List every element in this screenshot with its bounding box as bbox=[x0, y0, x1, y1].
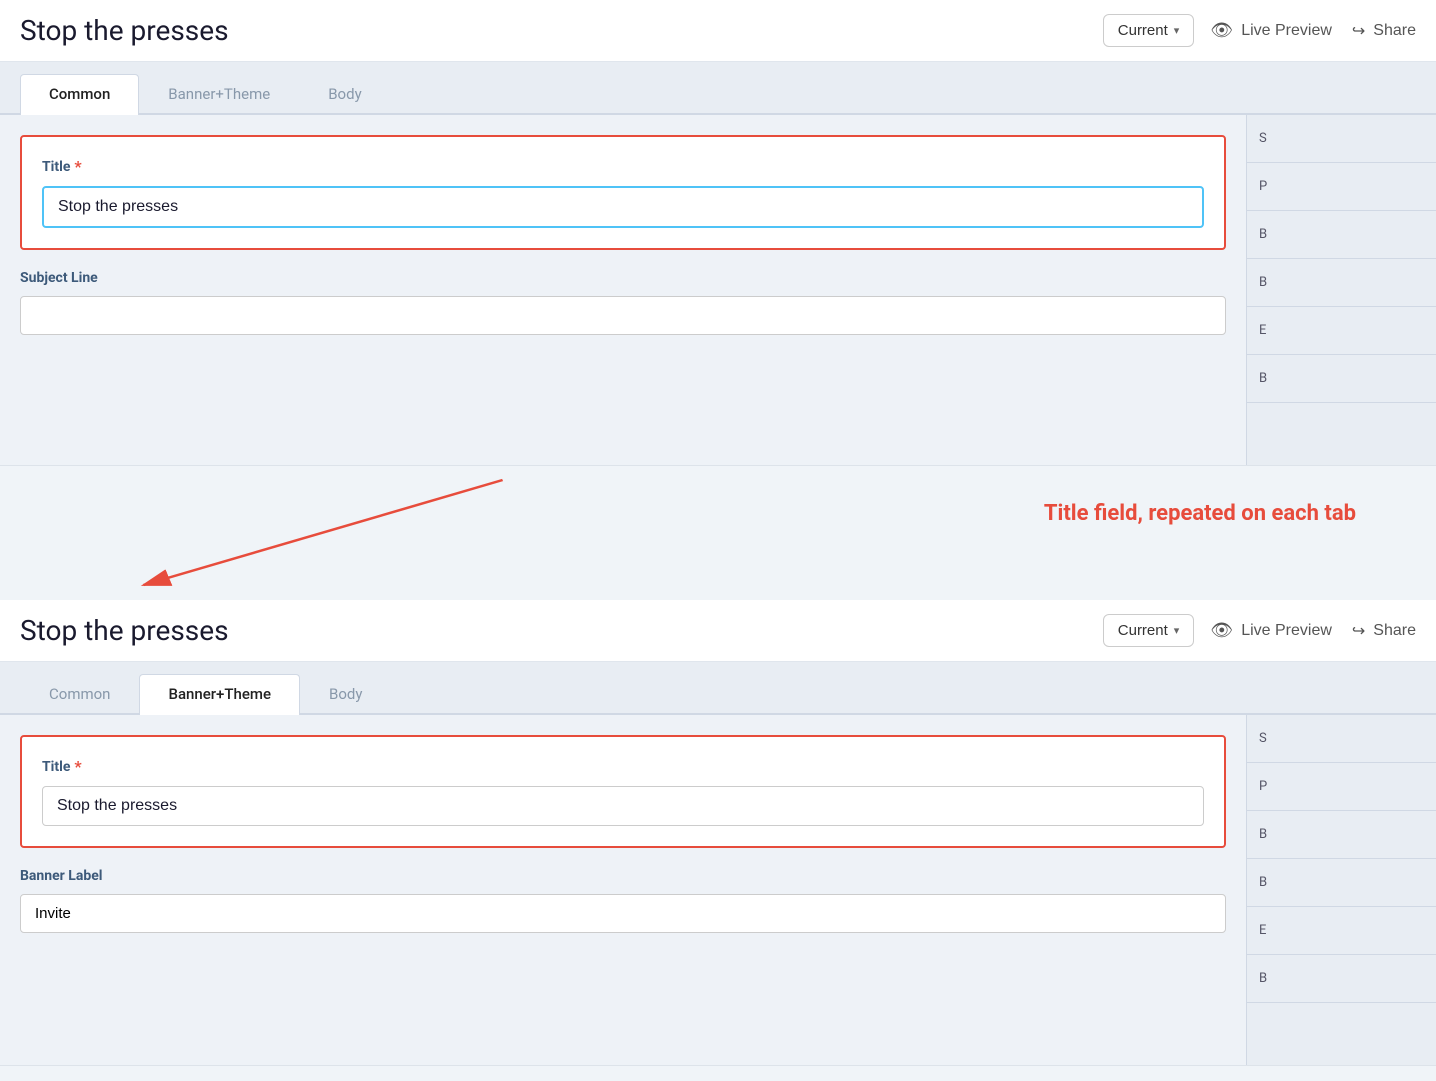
top-live-preview-label: Live Preview bbox=[1241, 22, 1332, 40]
top-sidebar-item-3: B bbox=[1247, 211, 1436, 259]
bottom-sidebar-item-2: P bbox=[1247, 763, 1436, 811]
top-sidebar-item-2: P bbox=[1247, 163, 1436, 211]
bottom-sidebar-item-6: B bbox=[1247, 955, 1436, 1003]
top-sidebar-item-5: E bbox=[1247, 307, 1436, 355]
top-tab-body[interactable]: Body bbox=[299, 74, 390, 115]
bottom-title-section: Title * bbox=[20, 735, 1226, 848]
top-tab-common[interactable]: Common bbox=[20, 74, 139, 115]
bottom-banner-input[interactable] bbox=[20, 894, 1226, 933]
top-subject-input[interactable] bbox=[20, 296, 1226, 335]
bottom-version-chevron-icon: ▾ bbox=[1174, 624, 1180, 637]
top-share-label: Share bbox=[1373, 22, 1416, 40]
bottom-header-bar: Stop the presses Current ▾ 👁 Live Previe… bbox=[0, 600, 1436, 662]
top-sidebar-item-4: B bbox=[1247, 259, 1436, 307]
bottom-share-icon: ↪ bbox=[1352, 621, 1365, 641]
bottom-content-area: Title * Banner Label S P B B E B bbox=[0, 715, 1436, 1065]
bottom-tab-banner-theme[interactable]: Banner+Theme bbox=[139, 674, 300, 715]
top-subject-section: Subject Line bbox=[20, 270, 1226, 335]
top-header-bar: Stop the presses Current ▾ 👁 Live Previe… bbox=[0, 0, 1436, 62]
bottom-sidebar-item-4: B bbox=[1247, 859, 1436, 907]
top-title-input[interactable] bbox=[42, 186, 1204, 228]
top-title-label: Title * bbox=[42, 157, 1204, 176]
eye-icon: 👁 bbox=[1210, 20, 1233, 41]
top-sidebar-item-1: S bbox=[1247, 115, 1436, 163]
top-live-preview-button[interactable]: 👁 Live Preview bbox=[1210, 20, 1332, 41]
bottom-banner-section: Banner Label bbox=[20, 868, 1226, 933]
top-right-sidebar: S P B B E B bbox=[1246, 115, 1436, 465]
bottom-title-label: Title * bbox=[42, 757, 1204, 776]
annotation-text: Title field, repeated on each tab bbox=[1044, 500, 1356, 529]
bottom-sidebar-item-1: S bbox=[1247, 715, 1436, 763]
bottom-share-label: Share bbox=[1373, 622, 1416, 640]
bottom-title-required-marker: * bbox=[74, 757, 81, 776]
bottom-page-title: Stop the presses bbox=[20, 614, 1087, 647]
bottom-header-actions: 👁 Live Preview ↪ Share bbox=[1210, 620, 1416, 641]
annotation-area: Title field, repeated on each tab bbox=[0, 470, 1436, 600]
bottom-version-label: Current bbox=[1118, 622, 1168, 639]
bottom-title-input[interactable] bbox=[42, 786, 1204, 826]
annotation-arrow-svg bbox=[0, 470, 1436, 600]
top-header-actions: 👁 Live Preview ↪ Share bbox=[1210, 20, 1416, 41]
bottom-live-preview-button[interactable]: 👁 Live Preview bbox=[1210, 620, 1332, 641]
bottom-panel: Stop the presses Current ▾ 👁 Live Previe… bbox=[0, 600, 1436, 1066]
top-title-required-marker: * bbox=[74, 157, 81, 176]
top-content-area: Title * Subject Line S P B B E B bbox=[0, 115, 1436, 465]
top-subject-label: Subject Line bbox=[20, 270, 1226, 286]
bottom-live-preview-label: Live Preview bbox=[1241, 622, 1332, 640]
bottom-tab-body[interactable]: Body bbox=[300, 674, 391, 715]
top-title-section: Title * bbox=[20, 135, 1226, 250]
bottom-share-button[interactable]: ↪ Share bbox=[1352, 621, 1416, 641]
top-tabs-bar: Common Banner+Theme Body bbox=[0, 62, 1436, 115]
top-sidebar-item-6: B bbox=[1247, 355, 1436, 403]
top-share-button[interactable]: ↪ Share bbox=[1352, 21, 1416, 41]
bottom-sidebar-item-3: B bbox=[1247, 811, 1436, 859]
top-version-chevron-icon: ▾ bbox=[1174, 24, 1180, 37]
top-tab-banner-theme[interactable]: Banner+Theme bbox=[139, 74, 299, 115]
bottom-tab-common[interactable]: Common bbox=[20, 674, 139, 715]
share-icon: ↪ bbox=[1352, 21, 1365, 41]
top-page-title: Stop the presses bbox=[20, 14, 1087, 47]
bottom-version-dropdown[interactable]: Current ▾ bbox=[1103, 614, 1195, 647]
top-version-label: Current bbox=[1118, 22, 1168, 39]
top-version-dropdown[interactable]: Current ▾ bbox=[1103, 14, 1195, 47]
bottom-sidebar-item-5: E bbox=[1247, 907, 1436, 955]
bottom-right-sidebar: S P B B E B bbox=[1246, 715, 1436, 1065]
bottom-tabs-bar: Common Banner+Theme Body bbox=[0, 662, 1436, 715]
bottom-eye-icon: 👁 bbox=[1210, 620, 1233, 641]
bottom-banner-label: Banner Label bbox=[20, 868, 1226, 884]
